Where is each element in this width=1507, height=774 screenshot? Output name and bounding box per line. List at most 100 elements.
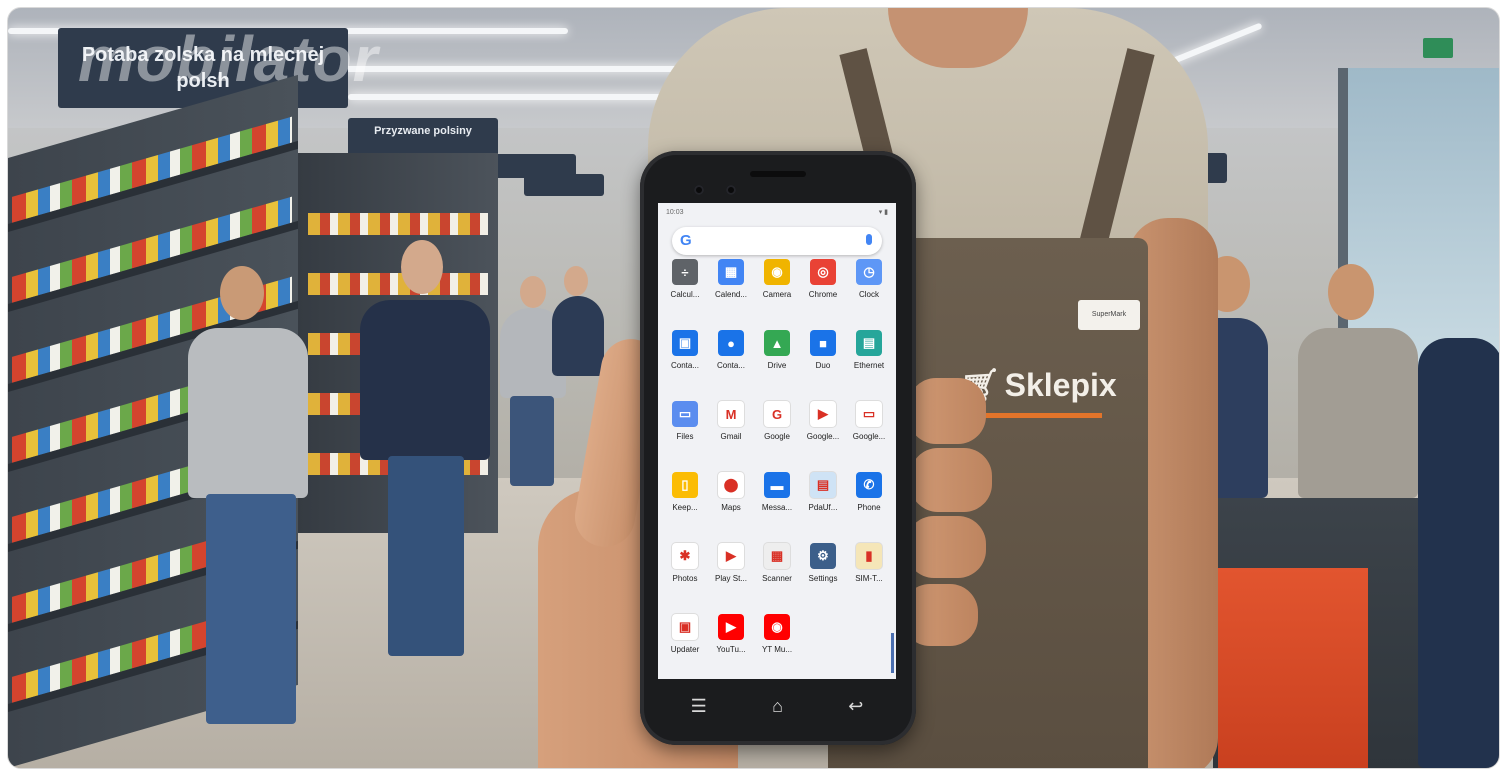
app-scanner[interactable]: ▦ Scanner: [754, 543, 800, 600]
app-settings[interactable]: ⚙ Settings: [800, 543, 846, 600]
google-icon: G: [764, 401, 790, 427]
sensor: [726, 185, 736, 195]
google-play-movies-icon: ▶: [810, 401, 836, 427]
app-pdauf[interactable]: ▤ PdaUf...: [800, 472, 846, 529]
app-google-tv[interactable]: ▭ Google...: [846, 401, 892, 458]
app-label: Updater: [670, 645, 700, 654]
store-window: [1338, 68, 1499, 368]
messages-icon: ▬: [764, 472, 790, 498]
app-label: Gmail: [720, 432, 742, 441]
app-label: Camera: [762, 290, 792, 299]
name-tag: SuperMark: [1078, 300, 1140, 330]
app-label: Conta...: [670, 361, 699, 370]
app-calculator[interactable]: ÷ Calcul...: [662, 259, 708, 316]
app-label: Files: [676, 432, 694, 441]
app-calendar[interactable]: ▦ Calend...: [708, 259, 754, 316]
app-youtube[interactable]: ▶ YouTu...: [708, 614, 754, 671]
ceiling-light: [348, 94, 688, 100]
app-duo[interactable]: ■ Duo: [800, 330, 846, 387]
clock-icon: ◷: [856, 259, 882, 285]
app-updater[interactable]: ▣ Updater: [662, 614, 708, 671]
app-photos[interactable]: ✱ Photos: [662, 543, 708, 600]
photos-icon: ✱: [672, 543, 698, 569]
app-contacts-alt[interactable]: ● Conta...: [708, 330, 754, 387]
handheld-phone: 10:03 ▾ ▮ G ÷ Calcul... ▦ Calend... ◉ Camera ◎…: [640, 151, 916, 745]
status-bar: 10:03 ▾ ▮: [658, 203, 896, 221]
drive-icon: ▲: [764, 330, 790, 356]
app-google[interactable]: G Google: [754, 401, 800, 458]
checkout-panel: [1218, 568, 1368, 768]
youtube-music-icon: ◉: [764, 614, 790, 640]
app-drawer-grid: ÷ Calcul... ▦ Calend... ◉ Camera ◎ Chrome ◷ Clock…: [662, 259, 892, 671]
back-icon[interactable]: ↩: [848, 696, 863, 717]
duo-icon: ■: [810, 330, 836, 356]
app-label: Conta...: [716, 361, 745, 370]
app-play-store[interactable]: ▶ Play St...: [708, 543, 754, 600]
calculator-icon: ÷: [672, 259, 698, 285]
youtube-icon: ▶: [718, 614, 744, 640]
app-files[interactable]: ▭ Files: [662, 401, 708, 458]
gmail-icon: M: [718, 401, 744, 427]
apron-logo-underline: [968, 413, 1102, 418]
camera-icon: ◉: [764, 259, 790, 285]
home-icon[interactable]: ⌂: [772, 696, 783, 717]
app-drive[interactable]: ▲ Drive: [754, 330, 800, 387]
app-label: Google...: [806, 432, 840, 441]
nav-bar: ☰ ⌂ ↩: [658, 683, 896, 729]
app-camera[interactable]: ◉ Camera: [754, 259, 800, 316]
app-label: Google...: [852, 432, 886, 441]
app-messages[interactable]: ▬ Messa...: [754, 472, 800, 529]
app-clock[interactable]: ◷ Clock: [846, 259, 892, 316]
files-icon: ▭: [672, 401, 698, 427]
app-label: Scanner: [762, 574, 792, 583]
google-tv-icon: ▭: [856, 401, 882, 427]
google-logo-icon: G: [680, 232, 692, 249]
watermark-logo: mobilator: [78, 23, 379, 95]
contacts-icon: ▣: [672, 330, 698, 356]
ethernet-icon: ▤: [856, 330, 882, 356]
app-label: Maps: [721, 503, 741, 512]
app-gmail[interactable]: M Gmail: [708, 401, 754, 458]
front-camera: [694, 185, 704, 195]
app-youtube-music[interactable]: ◉ YT Mu...: [754, 614, 800, 671]
status-icons: ▾ ▮: [878, 209, 888, 216]
app-sim-toolkit[interactable]: ▮ SIM-T...: [846, 543, 892, 600]
app-contacts[interactable]: ▣ Conta...: [662, 330, 708, 387]
pdauf-icon: ▤: [810, 472, 836, 498]
app-label: SIM-T...: [855, 574, 883, 583]
play-store-icon: ▶: [718, 543, 744, 569]
app-label: Ethernet: [853, 361, 885, 370]
earpiece: [750, 171, 806, 177]
app-label: YouTu...: [716, 645, 746, 654]
app-label: Messa...: [761, 503, 793, 512]
app-google-play-movies[interactable]: ▶ Google...: [800, 401, 846, 458]
photo-frame: Potaba zolska na mlecnej polsh Przyzwane…: [7, 7, 1500, 769]
app-label: Phone: [857, 503, 881, 512]
calendar-icon: ▦: [718, 259, 744, 285]
phone-screen: 10:03 ▾ ▮ G ÷ Calcul... ▦ Calend... ◉ Camera ◎…: [658, 203, 896, 679]
recents-icon[interactable]: ☰: [691, 696, 707, 717]
apron-logo-text: Sklepix: [1004, 366, 1117, 403]
app-keep[interactable]: ▯ Keep...: [662, 472, 708, 529]
google-search-bar[interactable]: G: [672, 227, 882, 255]
app-label: PdaUf...: [808, 503, 838, 512]
app-maps[interactable]: ⬤ Maps: [708, 472, 754, 529]
app-label: Play St...: [714, 574, 747, 583]
app-label: Settings: [808, 574, 838, 583]
app-label: Drive: [767, 361, 787, 370]
app-label: Google: [764, 432, 790, 441]
mic-icon[interactable]: [866, 234, 872, 245]
app-chrome[interactable]: ◎ Chrome: [800, 259, 846, 316]
scrollbar[interactable]: [891, 633, 894, 673]
updater-icon: ▣: [672, 614, 698, 640]
scanner-icon: ▦: [764, 543, 790, 569]
app-label: Duo: [815, 361, 831, 370]
app-label: Keep...: [672, 503, 698, 512]
settings-icon: ⚙: [810, 543, 836, 569]
app-label: Calend...: [714, 290, 748, 299]
maps-icon: ⬤: [718, 472, 744, 498]
exit-sign: [1423, 38, 1453, 58]
app-ethernet[interactable]: ▤ Ethernet: [846, 330, 892, 387]
app-phone[interactable]: ✆ Phone: [846, 472, 892, 529]
app-label: Photos: [672, 574, 698, 583]
